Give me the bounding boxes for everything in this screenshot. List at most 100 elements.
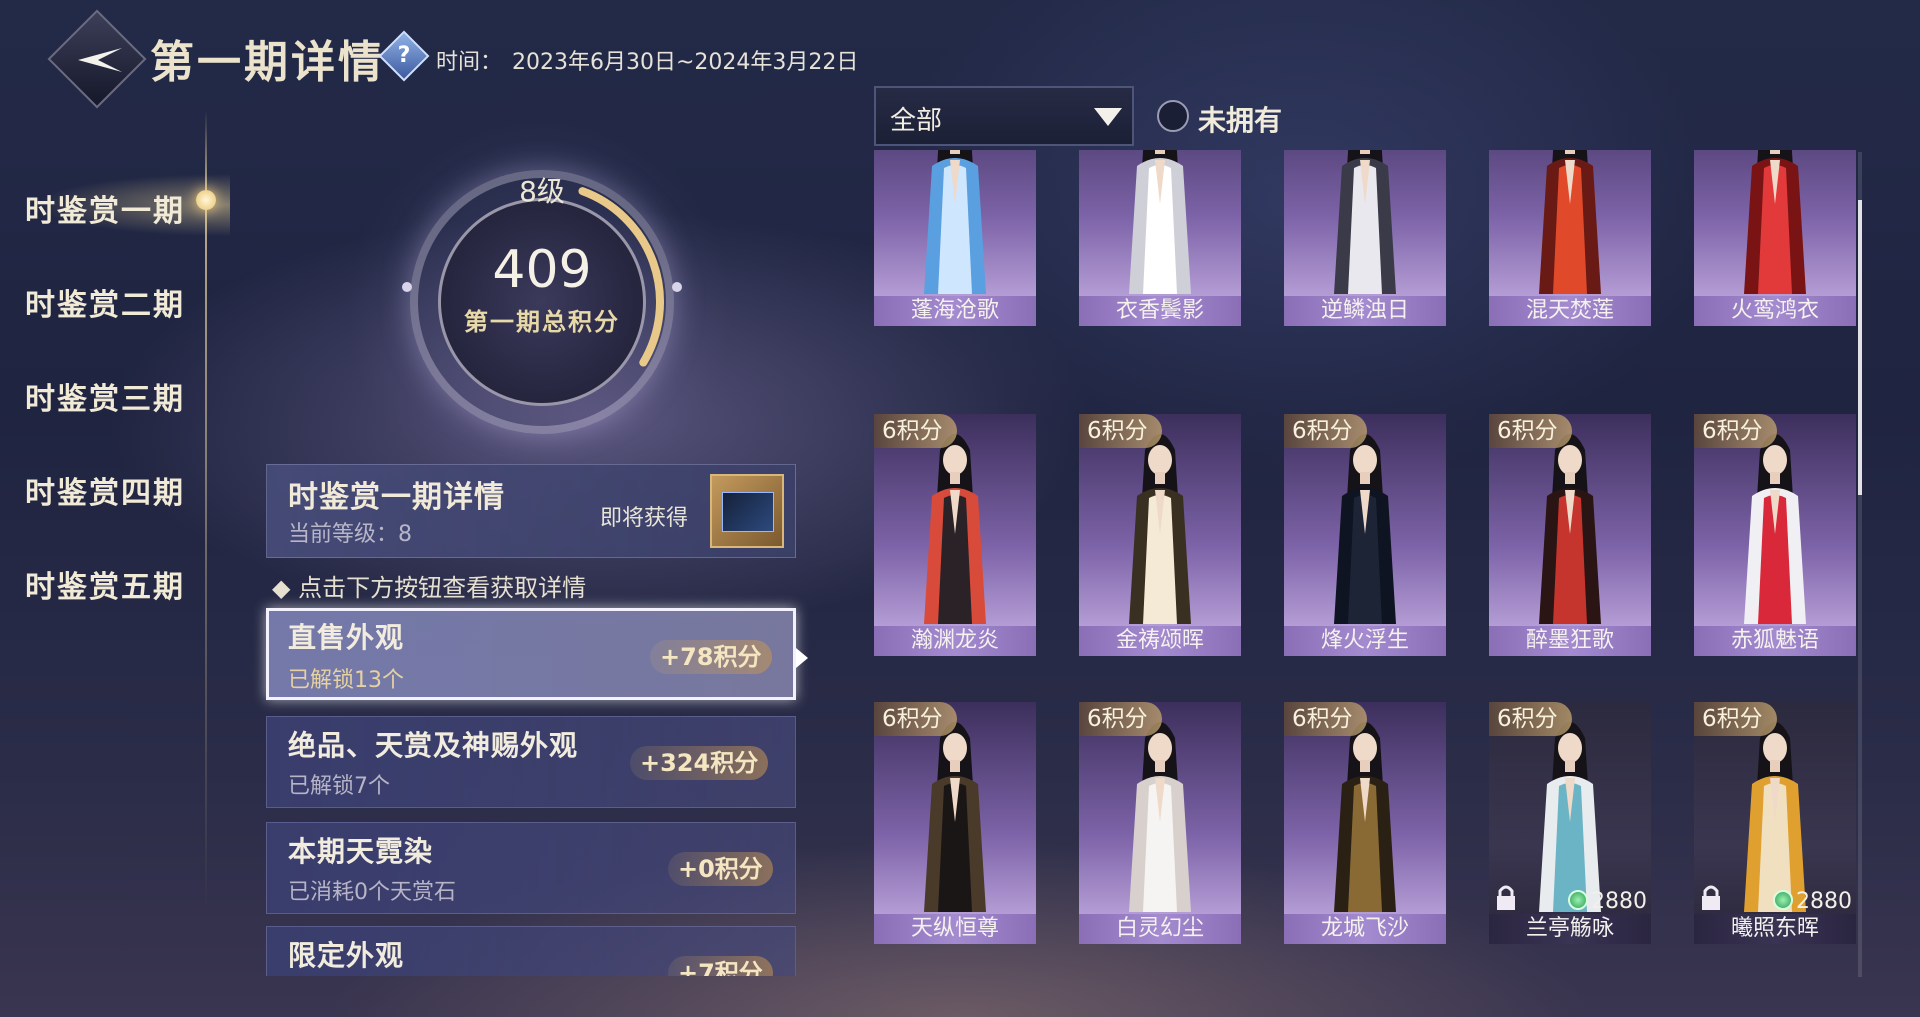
outfit-name: 曦照东晖	[1694, 914, 1856, 944]
points-badge: 6积分	[1489, 702, 1572, 736]
period-details-title: 时鉴赏一期详情	[288, 480, 505, 515]
category-points: +7积分	[668, 956, 773, 976]
scrollbar-thumb[interactable]	[1858, 200, 1862, 495]
outfit-card[interactable]: 6积分 赤狐魅语	[1694, 414, 1856, 656]
price-value: 2880	[1591, 889, 1647, 914]
character-figure-icon	[1539, 722, 1601, 912]
lock-icon	[1497, 885, 1515, 910]
outfit-name: 烽火浮生	[1284, 626, 1446, 656]
character-figure-icon	[1539, 150, 1601, 294]
outfit-name: 白灵幻尘	[1079, 914, 1241, 944]
category-title: 直售外观	[288, 621, 405, 654]
filter-value[interactable]: 全部	[890, 100, 942, 137]
page-title: 第一期详情	[150, 37, 385, 88]
outfit-card[interactable]: 6积分金祷颂晖	[1079, 414, 1241, 656]
time-range: 2023年6月30日~2024年3月22日	[512, 50, 859, 75]
outfit-card[interactable]: 6积分 2880 曦照东晖	[1694, 702, 1856, 944]
jade-currency-icon	[1568, 890, 1588, 910]
hint-label: 点击下方按钮查看获取详情	[298, 574, 587, 602]
reward-frame-icon	[722, 492, 774, 532]
category-sub: 已解锁13个	[288, 668, 404, 693]
nav-item-period-5[interactable]: 时鉴赏五期	[25, 562, 185, 606]
outfit-name: 衣香鬓影	[1079, 296, 1241, 326]
outfit-card[interactable]: 6积分醉墨狂歌	[1489, 414, 1651, 656]
price-tag: 2880	[1568, 889, 1647, 914]
outfit-card[interactable]: 6积分混天焚莲	[1489, 150, 1651, 326]
character-figure-icon	[1744, 150, 1806, 294]
points-badge: 6积分	[1694, 414, 1777, 448]
outfit-grid: 6积分蓬海沧歌6积分衣香鬓影6积分逆鳞浊日6积分混天焚莲6积分火鸾鸿衣6积分瀚渊…	[872, 150, 1862, 980]
outfit-name: 逆鳞浊日	[1284, 296, 1446, 326]
category-limited-clip: 限定外观 +7积分	[266, 926, 796, 976]
character-figure-icon	[924, 150, 986, 294]
total-score-label: 第一期总积分	[464, 308, 620, 336]
outfit-card[interactable]: 6积分 2880 兰亭觞咏	[1489, 702, 1651, 944]
outfit-card[interactable]: 6积分烽火浮生	[1284, 414, 1446, 656]
jade-currency-icon	[1773, 890, 1793, 910]
level-label: 8级	[519, 175, 565, 208]
points-badge: 6积分	[874, 414, 957, 448]
points-badge: 6积分	[1284, 702, 1367, 736]
category-title: 本期天霓染	[288, 835, 434, 868]
nav-item-period-4[interactable]: 时鉴赏四期	[25, 468, 185, 512]
outfit-card[interactable]: 6积分天纵恒尊	[874, 702, 1036, 944]
nav-item-period-2[interactable]: 时鉴赏二期	[25, 280, 185, 324]
outfit-card[interactable]: 6积分蓬海沧歌	[874, 150, 1036, 326]
outfit-name: 瀚渊龙炎	[874, 626, 1036, 656]
points-badge: 6积分	[1079, 702, 1162, 736]
current-level-text: 当前等级：8	[288, 522, 412, 547]
points-badge: 6积分	[1489, 414, 1572, 448]
ring-node	[402, 282, 412, 292]
back-arrow-icon[interactable]	[72, 40, 128, 80]
nav-active-marker-icon	[196, 190, 216, 210]
total-score: 409	[492, 240, 592, 300]
character-figure-icon	[924, 434, 986, 624]
points-badge: 6积分	[1079, 414, 1162, 448]
outfit-card[interactable]: 6积分瀚渊龙炎	[874, 414, 1036, 656]
category-sub: 已消耗0个天赏石	[288, 880, 456, 905]
points-badge: 6积分	[1284, 414, 1367, 448]
character-figure-icon	[1129, 150, 1191, 294]
lock-icon	[1702, 885, 1720, 910]
character-figure-icon	[1334, 434, 1396, 624]
ring-node	[672, 282, 682, 292]
category-title: 限定外观	[288, 939, 405, 972]
outfit-card[interactable]: 6积分逆鳞浊日	[1284, 150, 1446, 326]
outfit-name: 混天焚莲	[1489, 296, 1651, 326]
character-figure-icon	[924, 722, 986, 912]
question-icon[interactable]: ?	[386, 38, 422, 74]
outfit-name: 天纵恒尊	[874, 914, 1036, 944]
character-figure-icon	[1539, 434, 1601, 624]
selected-arrow-icon	[796, 648, 808, 668]
character-figure-icon	[1334, 150, 1396, 294]
character-figure-icon	[1129, 434, 1191, 624]
points-badge: 6积分	[874, 702, 957, 736]
time-label: 时间：	[436, 50, 503, 75]
price-tag: 2880	[1773, 889, 1852, 914]
nav-item-period-3[interactable]: 时鉴赏三期	[25, 374, 185, 418]
points-badge: 6积分	[1694, 702, 1777, 736]
category-points: +324积分	[630, 746, 769, 780]
nav-item-period-1[interactable]: 时鉴赏一期	[25, 186, 185, 230]
outfit-name: 醉墨狂歌	[1489, 626, 1651, 656]
outfit-name: 龙城飞沙	[1284, 914, 1446, 944]
outfit-name: 兰亭觞咏	[1489, 914, 1651, 944]
unowned-radio[interactable]	[1157, 100, 1189, 132]
unowned-label[interactable]: 未拥有	[1198, 99, 1282, 139]
outfit-name: 蓬海沧歌	[874, 296, 1036, 326]
character-figure-icon	[1129, 722, 1191, 912]
category-points: +78积分	[650, 640, 772, 674]
upcoming-reward-label: 即将获得	[600, 506, 689, 531]
outfit-card[interactable]: 6积分龙城飞沙	[1284, 702, 1446, 944]
outfit-card[interactable]: 6积分衣香鬓影	[1079, 150, 1241, 326]
category-points: +0积分	[668, 852, 773, 886]
outfit-card[interactable]: 6积分白灵幻尘	[1079, 702, 1241, 944]
outfit-name: 火鸾鸿衣	[1694, 296, 1856, 326]
chevron-down-icon[interactable]	[1094, 108, 1122, 126]
outfit-card[interactable]: 6积分火鸾鸿衣	[1694, 150, 1856, 326]
outfit-name: 金祷颂晖	[1079, 626, 1241, 656]
character-figure-icon	[1744, 434, 1806, 624]
category-sub: 已解锁7个	[288, 774, 390, 799]
hint-text: ◆ 点击下方按钮查看获取详情	[272, 568, 586, 603]
diamond-bullet-icon: ◆	[272, 574, 299, 602]
